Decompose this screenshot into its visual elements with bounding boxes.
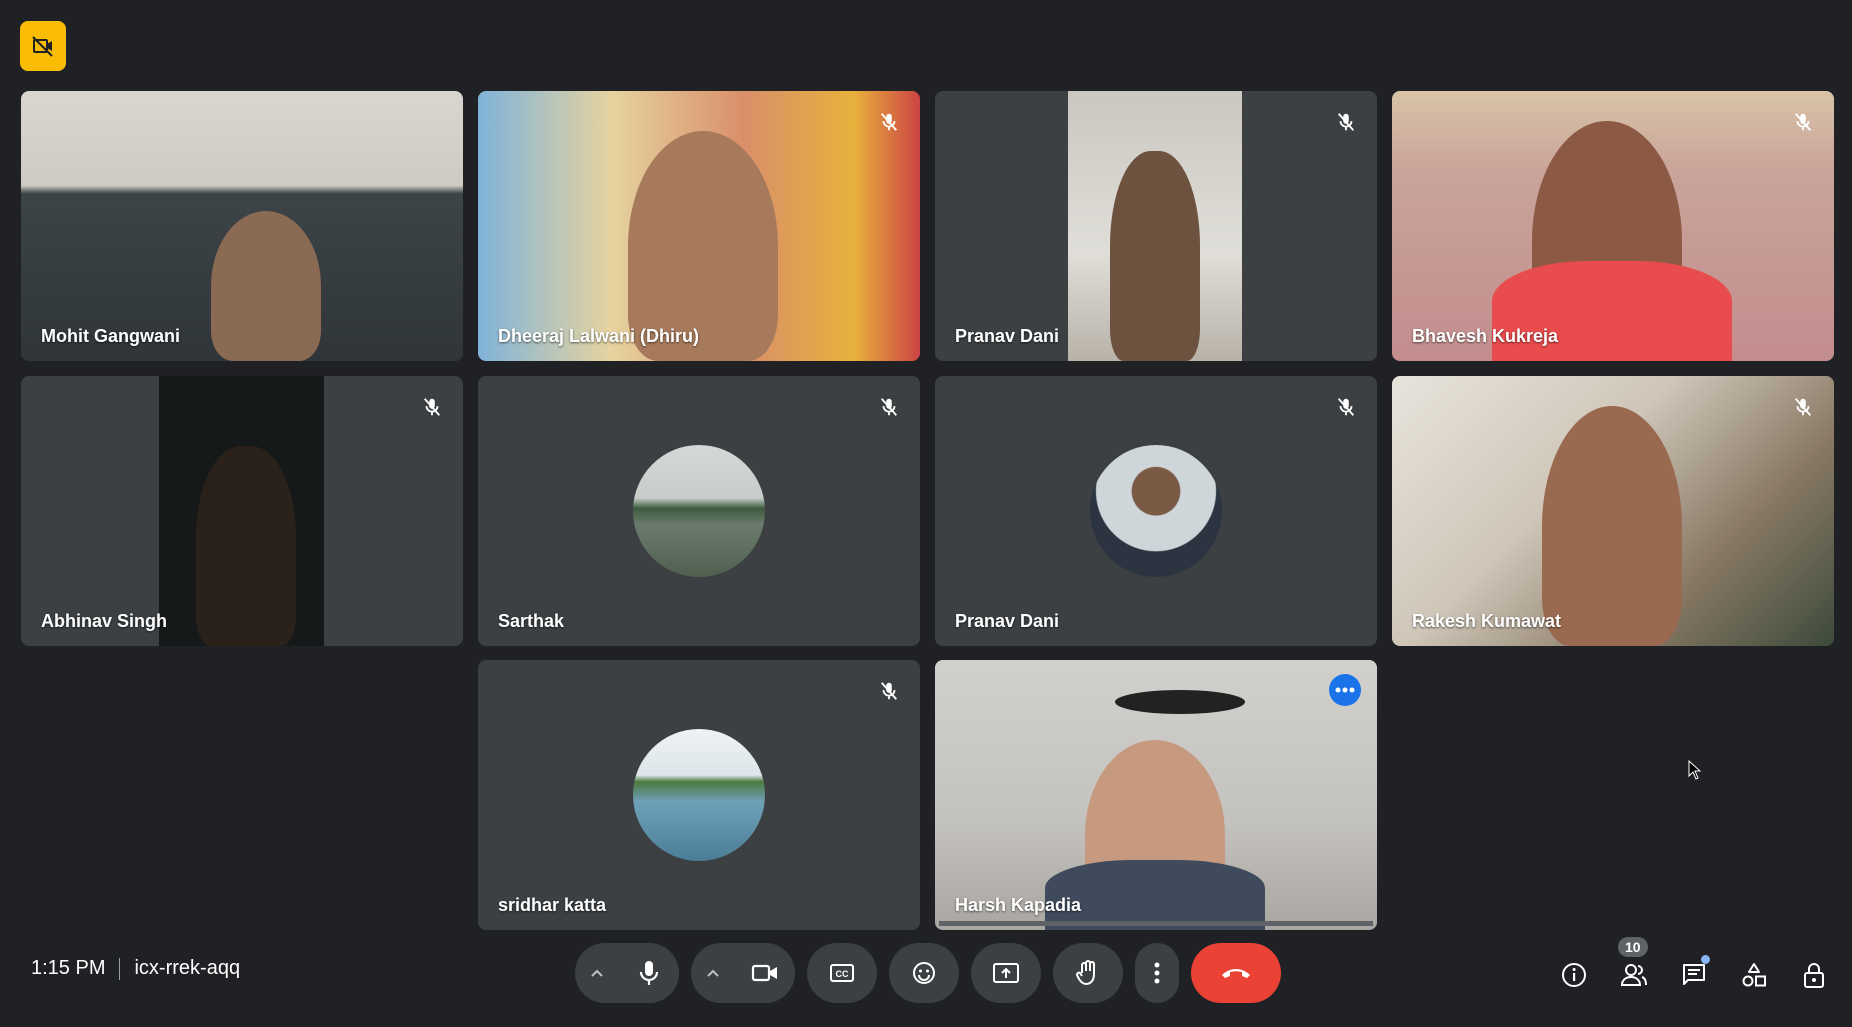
participant-tile[interactable]: Dheeraj Lalwani (Dhiru) [478,91,920,361]
end-call-button[interactable] [1191,943,1281,1003]
info-icon[interactable] [1550,951,1598,999]
bottom-toolbar: 1:15 PM icx-rrek-aqq CC 10 [0,923,1852,1027]
participant-name: Dheeraj Lalwani (Dhiru) [498,326,700,346]
participant-figure [1542,406,1682,646]
end-call-icon [1222,969,1250,978]
more-vert-icon [1154,962,1160,984]
divider [119,957,121,980]
raise-hand-button[interactable] [1053,943,1123,1003]
mic-off-icon [1790,109,1816,135]
participant-tile-self[interactable]: Harsh Kapadia [935,660,1377,930]
participant-tile[interactable]: Pranav Dani [935,376,1377,646]
participant-name: Bhavesh Kukreja [1412,326,1559,346]
chat-icon[interactable] [1670,951,1718,999]
participant-tile[interactable]: Abhinav Singh [21,376,463,646]
mic-off-icon [1333,394,1359,420]
participant-figure [211,211,321,361]
camera-off-status-icon[interactable] [20,21,66,71]
participant-name: Abhinav Singh [41,611,167,631]
captions-icon: CC [830,964,854,982]
present-icon [993,963,1019,983]
participant-tile[interactable]: Pranav Dani [935,91,1377,361]
participant-name: Pranav Dani [955,611,1060,631]
mic-off-icon [876,109,902,135]
side-panel-controls: 10 [1550,937,1838,999]
activities-icon[interactable] [1730,951,1778,999]
participant-avatar [1090,445,1222,577]
camera-button[interactable] [735,943,795,1003]
mic-button[interactable] [619,943,679,1003]
mouse-cursor-icon [1688,759,1702,785]
captions-button[interactable]: CC [807,943,877,1003]
host-controls-icon[interactable] [1790,951,1838,999]
participant-tile[interactable]: sridhar katta [478,660,920,930]
mic-icon [639,961,659,985]
participant-tile[interactable]: Mohit Gangwani [21,91,463,361]
emoji-icon [913,962,935,984]
mic-off-icon [876,678,902,704]
participant-tile[interactable]: Bhavesh Kukreja [1392,91,1834,361]
meeting-time: 1:15 PM [31,957,106,979]
participant-name: sridhar katta [498,895,607,915]
participant-figure [1110,151,1200,361]
mic-off-icon [876,394,902,420]
camera-icon [751,964,777,982]
participant-name: Pranav Dani [955,326,1060,346]
more-options-button[interactable] [1135,943,1179,1003]
participant-avatar [633,445,765,577]
meeting-code[interactable]: icx-rrek-aqq [134,957,240,980]
call-controls: CC [575,943,1281,1003]
chevron-up-icon[interactable] [691,943,735,1003]
participant-tile[interactable]: Rakesh Kumawat [1392,376,1834,646]
people-count-badge: 10 [1618,937,1648,957]
participant-name: Harsh Kapadia [955,895,1082,915]
participant-figure [196,446,296,646]
raise-hand-icon [1076,960,1095,985]
unread-dot [1701,955,1710,964]
svg-text:CC: CC [836,969,849,979]
mic-off-icon [1333,109,1359,135]
mic-off-icon [1790,394,1816,420]
mic-off-icon [419,394,445,420]
participant-avatar [633,729,765,861]
ceiling-fan [1115,690,1245,714]
present-button[interactable] [971,943,1041,1003]
mic-control-group [575,943,679,1003]
meeting-info: 1:15 PM icx-rrek-aqq [31,957,240,980]
people-icon[interactable]: 10 [1610,937,1658,999]
participant-name: Sarthak [498,611,565,631]
emoji-button[interactable] [889,943,959,1003]
camera-control-group [691,943,795,1003]
participant-name: Mohit Gangwani [41,326,180,346]
participant-tile[interactable]: Sarthak [478,376,920,646]
more-dots-icon[interactable] [1329,674,1361,706]
chevron-up-icon[interactable] [575,943,619,1003]
participant-name: Rakesh Kumawat [1412,611,1562,631]
